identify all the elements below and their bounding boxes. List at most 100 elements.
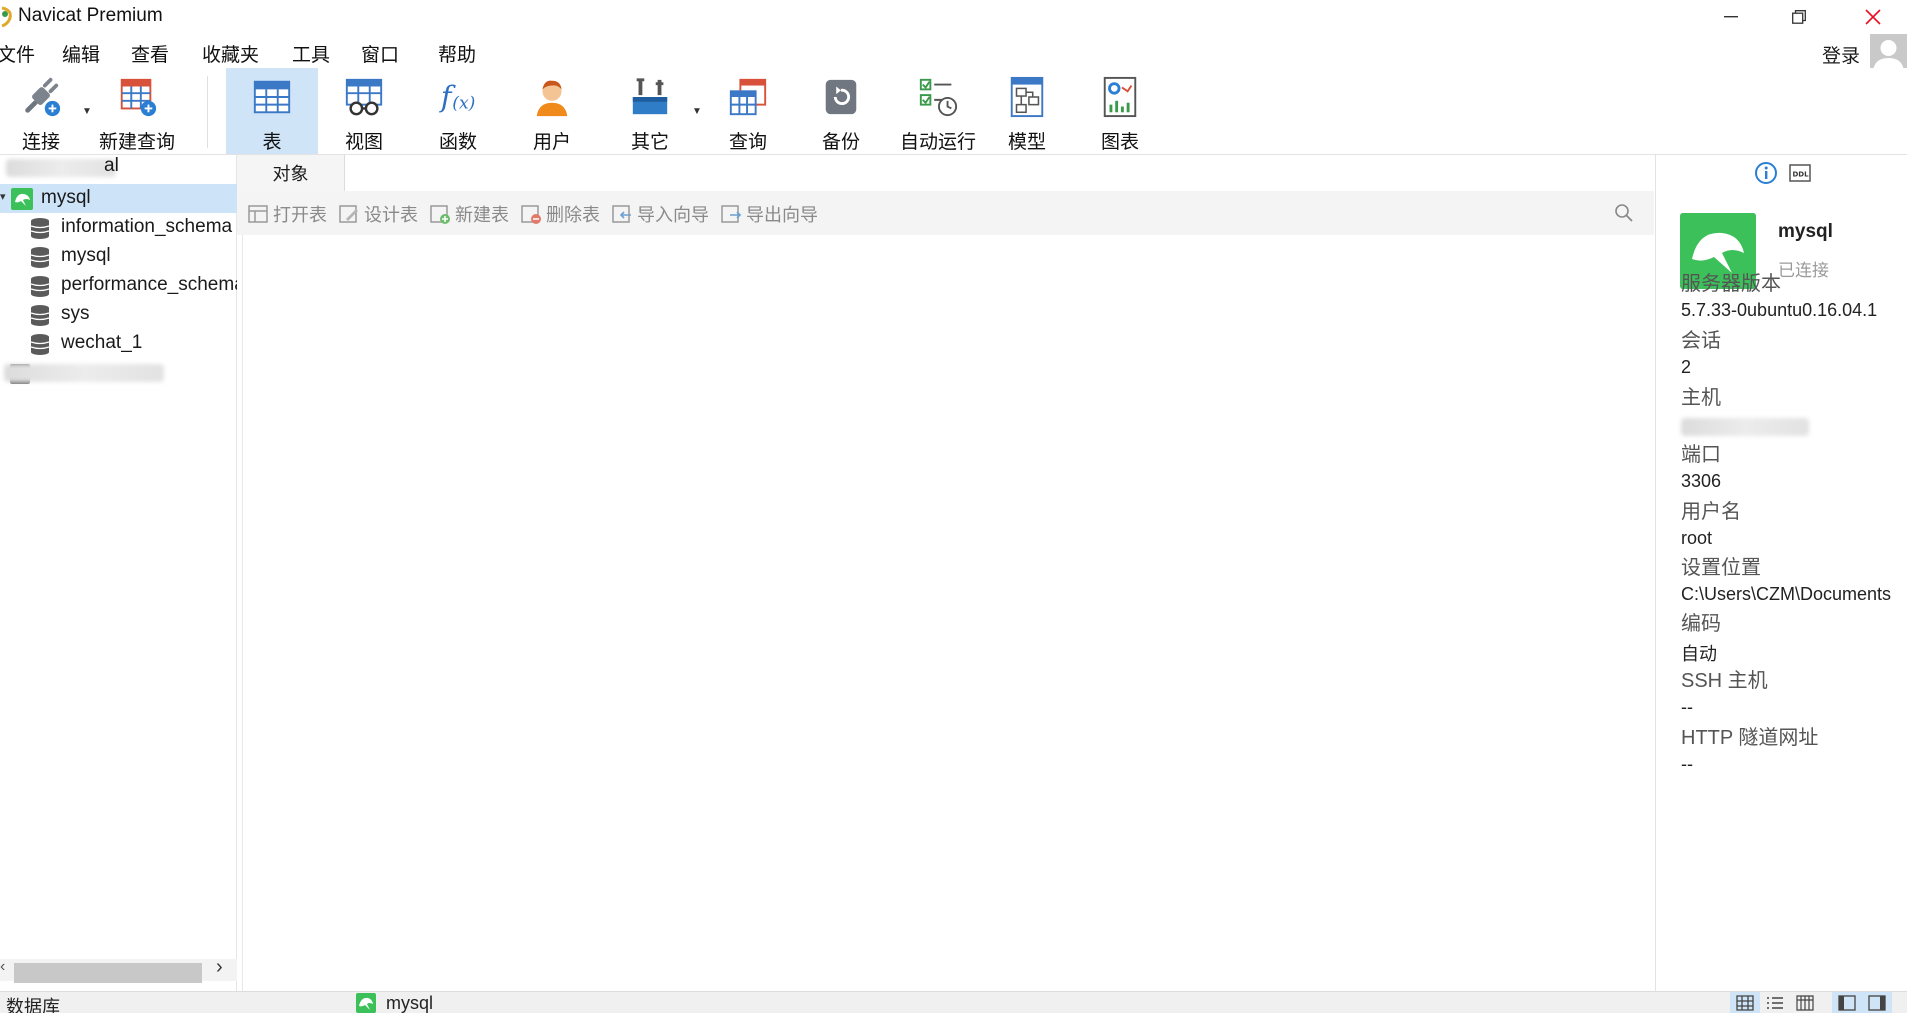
search-icon[interactable] xyxy=(1614,203,1634,223)
info-sessions: 会话 2 xyxy=(1681,324,1721,378)
menu-window[interactable]: 窗口 xyxy=(361,40,399,67)
database-name: information_schema xyxy=(61,216,233,237)
other-button[interactable]: 其它 xyxy=(614,68,686,154)
tree-row-blurred-connection[interactable]: al xyxy=(0,155,237,184)
import-icon xyxy=(612,205,631,223)
restore-button[interactable] xyxy=(1765,0,1833,34)
menu-tools[interactable]: 工具 xyxy=(292,40,330,67)
right-pane-icon xyxy=(1868,995,1886,1011)
ddl-icon[interactable]: DDL xyxy=(1788,161,1812,185)
table-button[interactable]: 表 xyxy=(226,68,318,154)
export-wizard-button[interactable]: 导出向导 xyxy=(720,201,818,227)
expand-arrow-icon[interactable]: ▾ xyxy=(0,190,6,203)
connect-button[interactable]: 连接 xyxy=(6,68,76,154)
info-value: -- xyxy=(1681,754,1693,774)
tree-row-blurred-connection[interactable] xyxy=(0,358,237,387)
open-table-button[interactable]: 打开表 xyxy=(247,201,327,227)
backup-button[interactable]: 备份 xyxy=(805,68,877,154)
minimize-icon xyxy=(1724,16,1738,18)
chart-button[interactable]: 图表 xyxy=(1084,68,1156,154)
menu-bar: 文件 编辑 查看 收藏夹 工具 窗口 帮助 xyxy=(0,34,1907,68)
new-query-button[interactable]: 新建查询 xyxy=(97,68,177,154)
new-table-button[interactable]: 新建表 xyxy=(429,201,509,227)
user-icon xyxy=(536,80,568,117)
chart-icon xyxy=(1103,76,1137,118)
info-value: 3306 xyxy=(1681,471,1722,491)
info-label: HTTP 隧道网址 xyxy=(1681,727,1819,749)
query-button[interactable]: 查询 xyxy=(712,68,784,154)
model-icon xyxy=(1010,76,1044,118)
info-settings-location: 设置位置 C:\Users\CZM\Documents xyxy=(1681,551,1891,605)
tree-row-database[interactable]: information_schema xyxy=(0,213,237,242)
scroll-right-icon[interactable]: › xyxy=(216,956,223,979)
user-avatar[interactable] xyxy=(1870,34,1907,72)
automation-button[interactable]: 自动运行 xyxy=(890,68,986,154)
import-wizard-button[interactable]: 导入向导 xyxy=(611,201,709,227)
tab-objects[interactable]: 对象 xyxy=(237,155,345,191)
database-name: performance_schema xyxy=(61,274,237,295)
info-username: 用户名 root xyxy=(1681,495,1741,549)
model-button[interactable]: 模型 xyxy=(991,68,1063,154)
design-table-icon xyxy=(339,205,358,223)
database-name: mysql xyxy=(61,245,111,266)
toggle-left-pane-button[interactable] xyxy=(1832,992,1862,1013)
tree-row-database[interactable]: sys xyxy=(0,300,237,329)
automation-icon xyxy=(919,78,958,117)
menu-edit[interactable]: 编辑 xyxy=(62,40,100,67)
toolbar-separator xyxy=(207,76,208,148)
tree-row-connection-mysql[interactable]: ▾ mysql xyxy=(0,184,237,213)
connect-dropdown-icon[interactable]: ▼ xyxy=(82,106,92,117)
redacted-connection-name xyxy=(4,364,164,382)
toggle-right-pane-button[interactable] xyxy=(1862,992,1892,1013)
view-label: 视图 xyxy=(344,132,383,153)
info-value: root xyxy=(1681,528,1713,548)
window-title: Navicat Premium xyxy=(18,5,163,26)
detail-view-icon xyxy=(1796,995,1814,1011)
close-button[interactable] xyxy=(1839,0,1907,34)
info-label: 主机 xyxy=(1681,387,1721,409)
tree-row-database[interactable]: mysql xyxy=(0,242,237,271)
function-button[interactable]: f (x) 函数 xyxy=(422,68,494,154)
tree-row-database[interactable]: wechat_1 xyxy=(0,329,237,358)
grid-view-icon xyxy=(1736,995,1754,1011)
login-link[interactable]: 登录 xyxy=(1822,41,1860,68)
tree-row-database[interactable]: performance_schema xyxy=(0,271,237,300)
menu-file[interactable]: 文件 xyxy=(0,40,35,67)
tab-strip: 对象 xyxy=(237,155,1654,191)
minimize-button[interactable] xyxy=(1697,0,1765,34)
other-label: 其它 xyxy=(630,132,669,153)
info-icon[interactable] xyxy=(1754,161,1778,185)
grid-view-button[interactable] xyxy=(1730,992,1760,1013)
open-table-icon xyxy=(248,205,268,223)
list-view-button[interactable] xyxy=(1760,992,1790,1013)
avatar-person-icon xyxy=(1873,40,1904,72)
scrollbar-thumb[interactable] xyxy=(14,963,202,983)
table-icon xyxy=(253,80,291,114)
delete-table-button[interactable]: 删除表 xyxy=(520,201,600,227)
menu-view[interactable]: 查看 xyxy=(131,40,169,67)
detail-view-button[interactable] xyxy=(1790,992,1820,1013)
redacted-host-value xyxy=(1681,418,1809,436)
user-button[interactable]: 用户 xyxy=(516,68,588,154)
function-label: 函数 xyxy=(438,132,477,153)
menu-help[interactable]: 帮助 xyxy=(438,40,476,67)
object-toolbar: 打开表 设计表 新建表 删除表 导入向导 导出向导 xyxy=(237,191,1654,235)
info-label: 设置位置 xyxy=(1681,557,1761,579)
plug-icon xyxy=(25,77,61,117)
sidebar-horizontal-scrollbar[interactable]: ‹ › xyxy=(0,956,237,983)
database-icon xyxy=(30,305,50,326)
query-label: 查询 xyxy=(728,132,767,153)
design-table-button[interactable]: 设计表 xyxy=(338,201,418,227)
export-icon xyxy=(721,205,742,223)
view-button[interactable]: 视图 xyxy=(328,68,400,154)
other-dropdown-icon[interactable]: ▼ xyxy=(692,106,702,117)
object-list-area[interactable] xyxy=(242,235,1654,992)
table-label: 表 xyxy=(262,132,282,153)
info-label: 编码 xyxy=(1681,613,1721,635)
model-label: 模型 xyxy=(1007,132,1046,153)
scroll-left-icon[interactable]: ‹ xyxy=(0,958,5,976)
menu-favorites[interactable]: 收藏夹 xyxy=(202,40,259,67)
export-wizard-label: 导出向导 xyxy=(746,205,818,225)
navicat-logo-icon xyxy=(1,6,12,28)
connection-name: mysql xyxy=(41,187,91,208)
